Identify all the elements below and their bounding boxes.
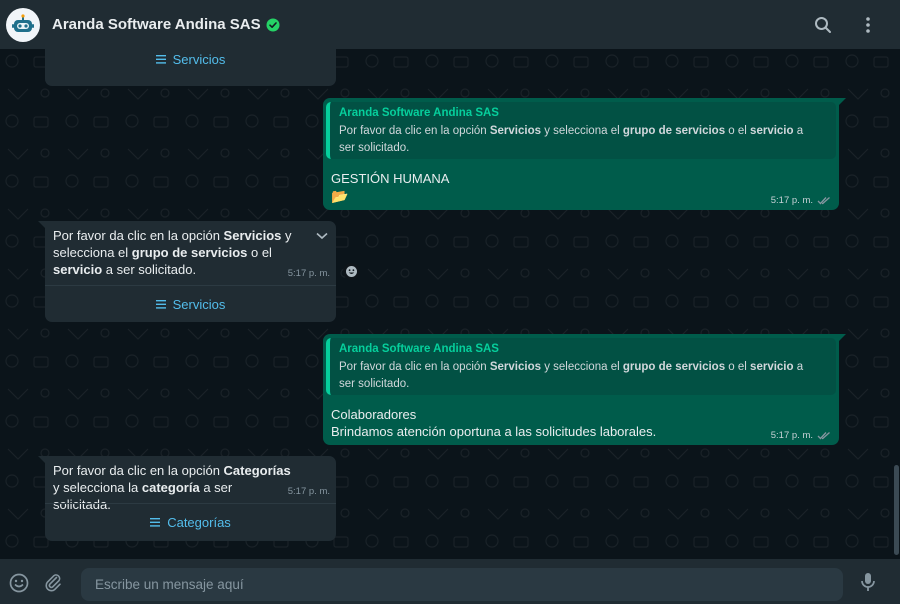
servicios-list-button[interactable]: Servicios [45, 49, 336, 77]
double-check-icon [817, 431, 831, 440]
double-check-icon [817, 196, 831, 205]
verified-check-icon [266, 18, 280, 32]
message-list[interactable]: Servicios Aranda Software Andina SAS Por… [0, 49, 900, 559]
folder-emoji: 📂 [331, 188, 349, 204]
kebab-menu-icon [866, 16, 870, 33]
servicios-list-button[interactable]: Servicios [45, 285, 336, 322]
list-icon [155, 299, 166, 309]
message-text: Colaboradores Brindamos atención oportun… [331, 407, 657, 439]
message-text: Por favor da clic en la opción Servicios… [53, 228, 292, 277]
quoted-message[interactable]: Aranda Software Andina SAS Por favor da … [326, 338, 836, 395]
message-time: 5:17 p. m. [771, 430, 831, 441]
menu-button[interactable] [856, 13, 880, 37]
chevron-down-icon[interactable] [316, 227, 328, 245]
message-time: 5:17 p. m. [287, 486, 330, 497]
chat-header: Aranda Software Andina SAS [0, 0, 900, 49]
robot-avatar-icon [12, 13, 34, 32]
contact-name-text: Aranda Software Andina SAS [52, 16, 261, 33]
quote-author: Aranda Software Andina SAS [339, 107, 499, 119]
button-label: Servicios [172, 51, 226, 67]
attach-button[interactable] [42, 571, 64, 593]
button-label: Servicios [172, 296, 226, 312]
reaction-button[interactable] [343, 263, 360, 280]
list-icon [150, 517, 161, 527]
quote-text: Por favor da clic en la opción Servicios… [339, 361, 804, 390]
scrollbar-thumb[interactable] [894, 465, 899, 555]
smiley-icon [346, 266, 357, 277]
emoji-button[interactable] [8, 572, 30, 594]
list-icon [155, 54, 166, 64]
incoming-message-3: Por favor da clic en la opción Categoría… [38, 456, 336, 541]
search-button[interactable] [811, 13, 835, 37]
outgoing-message-2: Aranda Software Andina SAS Por favor da … [323, 334, 846, 445]
outgoing-message-1: Aranda Software Andina SAS Por favor da … [323, 98, 846, 210]
attach-icon [45, 574, 61, 592]
composer [0, 559, 900, 604]
search-icon [815, 16, 831, 33]
emoji-icon [9, 573, 29, 593]
incoming-message-1: Servicios [45, 49, 336, 86]
message-text: GESTIÓN HUMANA 📂 [331, 171, 450, 204]
message-time: 5:17 p. m. [771, 195, 831, 206]
quote-text: Por favor da clic en la opción Servicios… [339, 125, 804, 154]
button-label: Categorías [167, 514, 231, 530]
categorias-list-button[interactable]: Categorías [45, 503, 336, 540]
message-time: 5:17 p. m. [287, 268, 330, 279]
quoted-message[interactable]: Aranda Software Andina SAS Por favor da … [326, 102, 836, 159]
incoming-message-2: Por favor da clic en la opción Servicios… [38, 221, 336, 322]
voice-message-button[interactable] [858, 571, 878, 593]
microphone-icon [861, 573, 875, 591]
contact-avatar[interactable] [6, 7, 40, 42]
contact-name[interactable]: Aranda Software Andina SAS [52, 16, 280, 33]
quote-author: Aranda Software Andina SAS [339, 343, 499, 355]
message-input[interactable] [81, 568, 843, 601]
